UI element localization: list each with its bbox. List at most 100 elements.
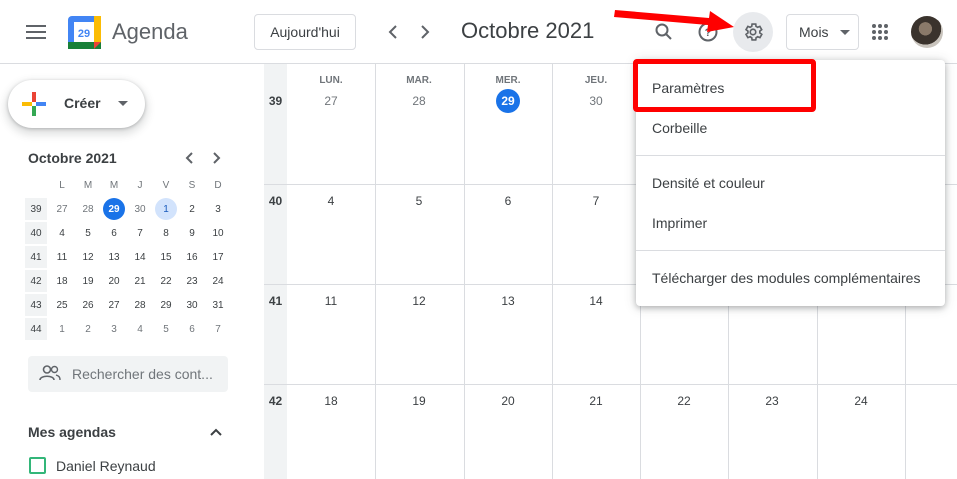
mini-calendar-day[interactable]: 29 <box>103 198 125 220</box>
mini-calendar-prev-button[interactable] <box>178 147 200 169</box>
today-button[interactable]: Aujourd'hui <box>254 14 356 50</box>
mini-calendar-day[interactable]: 26 <box>77 294 99 316</box>
mini-calendar-day[interactable]: 2 <box>181 198 203 220</box>
day-number[interactable]: 14 <box>552 294 640 308</box>
mini-calendar-day[interactable]: 1 <box>155 198 177 220</box>
mini-calendar-week-number[interactable]: 43 <box>25 294 47 316</box>
day-number[interactable]: 13 <box>464 294 552 308</box>
day-number[interactable]: 22 <box>640 394 728 408</box>
account-avatar[interactable] <box>911 16 943 48</box>
mini-calendar-day[interactable]: 7 <box>207 318 229 340</box>
mini-calendar-day[interactable]: 11 <box>51 246 73 268</box>
google-apps-button[interactable] <box>860 12 900 52</box>
day-number[interactable]: 28 <box>375 94 463 108</box>
mini-calendar-day[interactable]: 8 <box>155 222 177 244</box>
week-number[interactable]: 39 <box>264 64 287 184</box>
mini-calendar-day[interactable]: 9 <box>181 222 203 244</box>
week-number[interactable]: 42 <box>264 384 287 479</box>
menu-item-print[interactable]: Imprimer <box>652 215 707 231</box>
mini-calendar-day[interactable]: 27 <box>103 294 125 316</box>
mini-calendar-day[interactable]: 12 <box>77 246 99 268</box>
my-calendars-title[interactable]: Mes agendas <box>28 424 116 440</box>
mini-calendar-day[interactable]: 4 <box>51 222 73 244</box>
day-number[interactable]: 30 <box>552 94 640 108</box>
top-header: 29 Agenda Aujourd'hui Octobre 2021 ? Moi… <box>0 0 957 64</box>
mini-calendar-week-number[interactable]: 41 <box>25 246 47 268</box>
mini-calendar-week-number[interactable]: 42 <box>25 270 47 292</box>
mini-calendar-week-number[interactable]: 40 <box>25 222 47 244</box>
mini-calendar-day[interactable]: 7 <box>129 222 151 244</box>
day-number[interactable]: 12 <box>375 294 463 308</box>
mini-calendar-day[interactable]: 19 <box>77 270 99 292</box>
mini-calendar-day[interactable]: 5 <box>155 318 177 340</box>
my-calendars-toggle[interactable] <box>206 422 226 442</box>
day-number[interactable]: 24 <box>817 394 905 408</box>
mini-calendar-weekday: M <box>83 179 93 191</box>
menu-item-trash[interactable]: Corbeille <box>652 120 707 136</box>
mini-calendar-day[interactable]: 31 <box>207 294 229 316</box>
apps-grid-icon <box>872 24 888 40</box>
menu-item-density-color[interactable]: Densité et couleur <box>652 175 765 191</box>
day-number[interactable]: 23 <box>728 394 816 408</box>
day-number[interactable]: 20 <box>464 394 552 408</box>
mini-calendar-day[interactable]: 18 <box>51 270 73 292</box>
day-number[interactable]: 19 <box>375 394 463 408</box>
day-number[interactable]: 11 <box>287 294 375 308</box>
week-number[interactable]: 40 <box>264 184 287 284</box>
menu-item-download-addons[interactable]: Télécharger des modules complémentaires <box>652 270 920 286</box>
mini-calendar-day[interactable]: 23 <box>181 270 203 292</box>
mini-calendar-day[interactable]: 5 <box>77 222 99 244</box>
mini-calendar-day[interactable]: 28 <box>129 294 151 316</box>
mini-calendar-day[interactable]: 30 <box>181 294 203 316</box>
mini-calendar-day[interactable]: 17 <box>207 246 229 268</box>
mini-calendar-week-number[interactable]: 39 <box>25 198 47 220</box>
today-day-number[interactable]: 29 <box>496 89 520 113</box>
mini-calendar-next-button[interactable] <box>206 147 228 169</box>
view-selector-button[interactable]: Mois <box>786 14 859 50</box>
mini-calendar-day[interactable]: 15 <box>155 246 177 268</box>
mini-calendar-day[interactable]: 3 <box>207 198 229 220</box>
search-people-input[interactable]: Rechercher des cont... <box>28 356 228 392</box>
mini-calendar-day[interactable]: 10 <box>207 222 229 244</box>
week-number[interactable]: 41 <box>264 284 287 384</box>
mini-calendar-day[interactable]: 21 <box>129 270 151 292</box>
previous-period-button[interactable] <box>375 14 411 50</box>
mini-calendar-day[interactable]: 29 <box>155 294 177 316</box>
mini-calendar-day[interactable]: 3 <box>103 318 125 340</box>
mini-calendar-day[interactable]: 16 <box>181 246 203 268</box>
mini-calendar-day[interactable]: 25 <box>51 294 73 316</box>
chevron-left-icon <box>388 25 397 39</box>
mini-calendar-day[interactable]: 2 <box>77 318 99 340</box>
calendar-logo-icon[interactable]: 29 <box>68 16 101 49</box>
day-number[interactable]: 27 <box>287 94 375 108</box>
next-period-button[interactable] <box>407 14 443 50</box>
mini-calendar-day[interactable]: 14 <box>129 246 151 268</box>
red-arrow-annotation <box>614 10 734 32</box>
main-menu-button[interactable] <box>16 12 56 52</box>
mini-calendar-day[interactable]: 22 <box>155 270 177 292</box>
day-number[interactable]: 5 <box>375 194 463 208</box>
gear-icon <box>744 23 763 41</box>
mini-calendar-day[interactable]: 6 <box>103 222 125 244</box>
mini-calendar-week-number[interactable]: 44 <box>25 318 47 340</box>
day-number[interactable]: 21 <box>552 394 640 408</box>
day-number[interactable]: 6 <box>464 194 552 208</box>
mini-calendar-day[interactable]: 6 <box>181 318 203 340</box>
settings-button[interactable] <box>733 12 773 52</box>
chevron-up-icon <box>210 428 222 436</box>
day-number[interactable]: 18 <box>287 394 375 408</box>
create-button[interactable]: Créer <box>8 80 145 128</box>
mini-calendar-day[interactable]: 30 <box>129 198 151 220</box>
mini-calendar-day[interactable]: 28 <box>77 198 99 220</box>
mini-calendar-day[interactable]: 24 <box>207 270 229 292</box>
mini-calendar-day[interactable]: 13 <box>103 246 125 268</box>
day-number[interactable]: 7 <box>552 194 640 208</box>
grid-column-divider <box>464 64 465 479</box>
menu-divider <box>636 155 945 156</box>
mini-calendar-day[interactable]: 27 <box>51 198 73 220</box>
calendar-checkbox[interactable] <box>29 457 46 474</box>
mini-calendar-day[interactable]: 4 <box>129 318 151 340</box>
day-number[interactable]: 4 <box>287 194 375 208</box>
mini-calendar-day[interactable]: 1 <box>51 318 73 340</box>
mini-calendar-day[interactable]: 20 <box>103 270 125 292</box>
